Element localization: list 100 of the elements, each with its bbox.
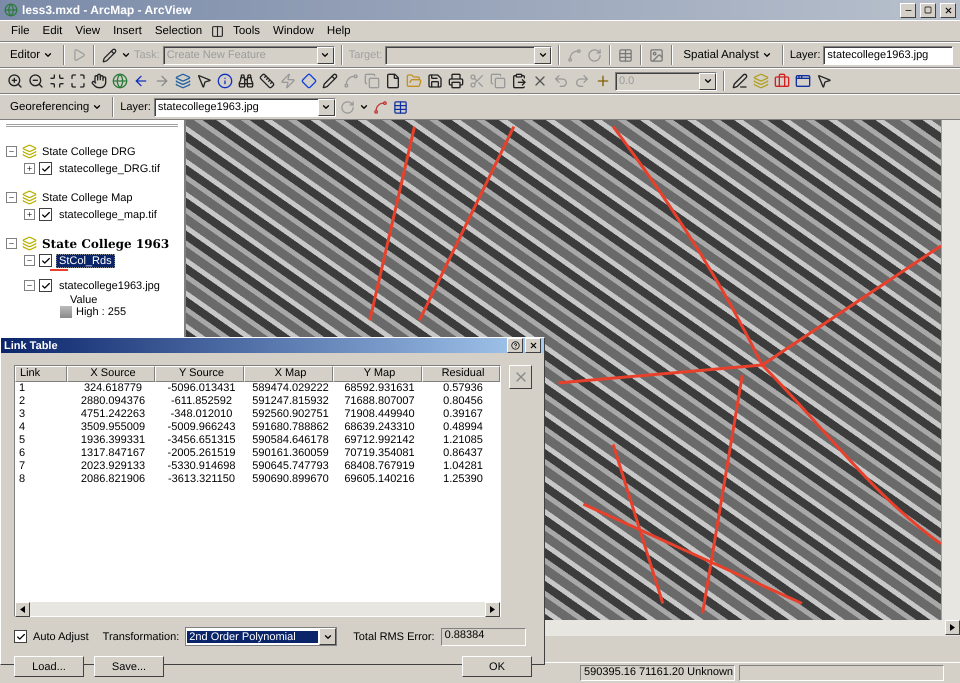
data-frame-name[interactable]: State College Map (42, 192, 132, 204)
new-document-icon[interactable] (384, 72, 402, 90)
data-frame-name[interactable]: State College 1963 (42, 236, 170, 250)
menu-item[interactable]: Insert (108, 23, 147, 39)
zoom-in-icon[interactable] (6, 72, 24, 90)
menu-item[interactable]: Window (268, 23, 319, 39)
spatial-analyst-menu[interactable]: Spatial Analyst (679, 47, 776, 63)
edit-tool-icon[interactable] (321, 72, 339, 90)
column-header[interactable]: Link (15, 366, 67, 382)
link-table-icon[interactable] (392, 98, 409, 116)
diamond-icon[interactable] (300, 72, 318, 90)
table-cell-text: -2005.261519 (166, 447, 236, 460)
table-cell-text: 590584.646178 (251, 434, 330, 447)
image-icon[interactable] (648, 46, 666, 64)
auto-adjust-checkbox[interactable] (14, 630, 27, 643)
close-icon (528, 341, 538, 350)
layer-checkbox[interactable] (39, 279, 52, 292)
transformation-label: Transformation: (102, 630, 180, 642)
menu-item[interactable]: Help (322, 23, 356, 39)
collapse-toggle[interactable] (6, 238, 17, 249)
legend-heading: Value (69, 294, 98, 306)
minimize-button[interactable] (900, 2, 916, 18)
table-cell-text: 1.04281 (442, 460, 484, 473)
expand-toggle[interactable] (24, 209, 35, 220)
ok-button[interactable]: OK (462, 656, 532, 677)
column-header[interactable]: Y Map (333, 366, 422, 382)
dialog-button[interactable]: Save... (94, 656, 164, 677)
caret-icon (538, 50, 548, 60)
transformation-dropdown[interactable]: 2nd Order Polynomial (185, 627, 338, 646)
color-ramp-swatch (60, 306, 72, 318)
column-header[interactable]: X Map (244, 366, 333, 382)
horizontal-scrollbar[interactable] (15, 602, 500, 616)
menu-item[interactable]: File (6, 23, 35, 39)
layer-checkbox[interactable] (39, 162, 52, 175)
collapse-toggle[interactable] (6, 192, 17, 203)
zoom-out-icon[interactable] (27, 72, 45, 90)
paste-icon[interactable] (510, 72, 528, 90)
vertical-scrollbar[interactable] (941, 120, 960, 620)
save-icon[interactable] (426, 72, 444, 90)
menu-item[interactable]: Tools (228, 23, 266, 39)
maximize-icon (924, 6, 932, 14)
column-header[interactable]: X Source (67, 366, 155, 382)
menu-item[interactable]: View (70, 23, 106, 39)
help-button[interactable] (507, 338, 523, 353)
menu-item[interactable]: Selection (150, 23, 208, 39)
expand-toggle[interactable] (24, 255, 35, 266)
georeferencing-menu[interactable]: Georeferencing (6, 99, 106, 115)
checkmark-icon (40, 210, 50, 220)
layer-checkbox[interactable] (39, 254, 52, 267)
dialog-button[interactable]: Load... (14, 656, 84, 677)
find-icon[interactable] (237, 72, 255, 90)
collapse-toggle[interactable] (6, 146, 17, 157)
column-header[interactable]: Y Source (155, 366, 244, 382)
maximize-button[interactable] (920, 2, 936, 18)
table-cell-text: 68592.931631 (343, 382, 416, 395)
window-icon[interactable] (794, 72, 812, 90)
table-cell-text: 6 (18, 447, 26, 460)
layer-dropdown[interactable]: statecollege1963.jpg (154, 98, 336, 116)
layer-dropdown[interactable]: statecollege1963.jpg (823, 46, 954, 64)
layer-checkbox[interactable] (39, 208, 52, 221)
table-cell-text: 590645.747793 (251, 460, 330, 473)
caret-icon (92, 102, 102, 112)
target-dropdown[interactable] (385, 46, 552, 64)
right-arrow-icon (950, 624, 955, 631)
editor-menu[interactable]: Editor (6, 47, 58, 63)
menu-item[interactable]: Edit (38, 23, 68, 39)
layer-name[interactable]: StCol_Rds (56, 254, 115, 268)
print-icon[interactable] (447, 72, 465, 90)
column-header[interactable]: Residual (422, 366, 500, 382)
data-frame-name[interactable]: State College DRG (42, 146, 136, 158)
dialog-title: Link Table (4, 340, 59, 352)
expand-toggle[interactable] (24, 280, 35, 291)
close-button[interactable] (525, 338, 541, 353)
pan-icon[interactable] (90, 72, 108, 90)
table-cell-text: 0.39167 (442, 408, 484, 421)
info-icon[interactable] (216, 72, 234, 90)
table-cell-text: 1.25390 (442, 473, 484, 486)
table-cell-text: 0.86437 (442, 447, 484, 460)
layer-name[interactable]: statecollege_DRG.tif (56, 162, 163, 176)
caret-icon (702, 76, 712, 86)
table-cell-text: -611.852592 (170, 395, 233, 408)
table-cell-text: 3 (18, 408, 26, 421)
columns-icon[interactable] (210, 24, 226, 38)
close-button[interactable] (940, 2, 956, 18)
delete-link-button[interactable] (509, 365, 532, 389)
select-elements-icon[interactable] (815, 72, 833, 90)
editor-pen-icon[interactable] (731, 72, 749, 90)
attributes-icon[interactable] (617, 46, 634, 64)
caret-icon (321, 102, 332, 112)
table-cell-text: 69712.992142 (343, 434, 416, 447)
expand-toggle[interactable] (24, 163, 35, 174)
layer-name[interactable]: statecollege_map.tif (56, 208, 160, 222)
pointer-icon[interactable] (195, 72, 213, 90)
layer-name[interactable]: statecollege1963.jpg (56, 278, 163, 292)
table-cell-text: 3509.955009 (80, 421, 146, 434)
table-cell-text: 1936.399331 (80, 434, 146, 447)
pencil-icon[interactable] (101, 46, 118, 64)
measure-icon[interactable] (258, 72, 276, 90)
table-cell-text: 68408.767919 (343, 460, 416, 473)
toolbox-icon[interactable] (773, 72, 791, 90)
